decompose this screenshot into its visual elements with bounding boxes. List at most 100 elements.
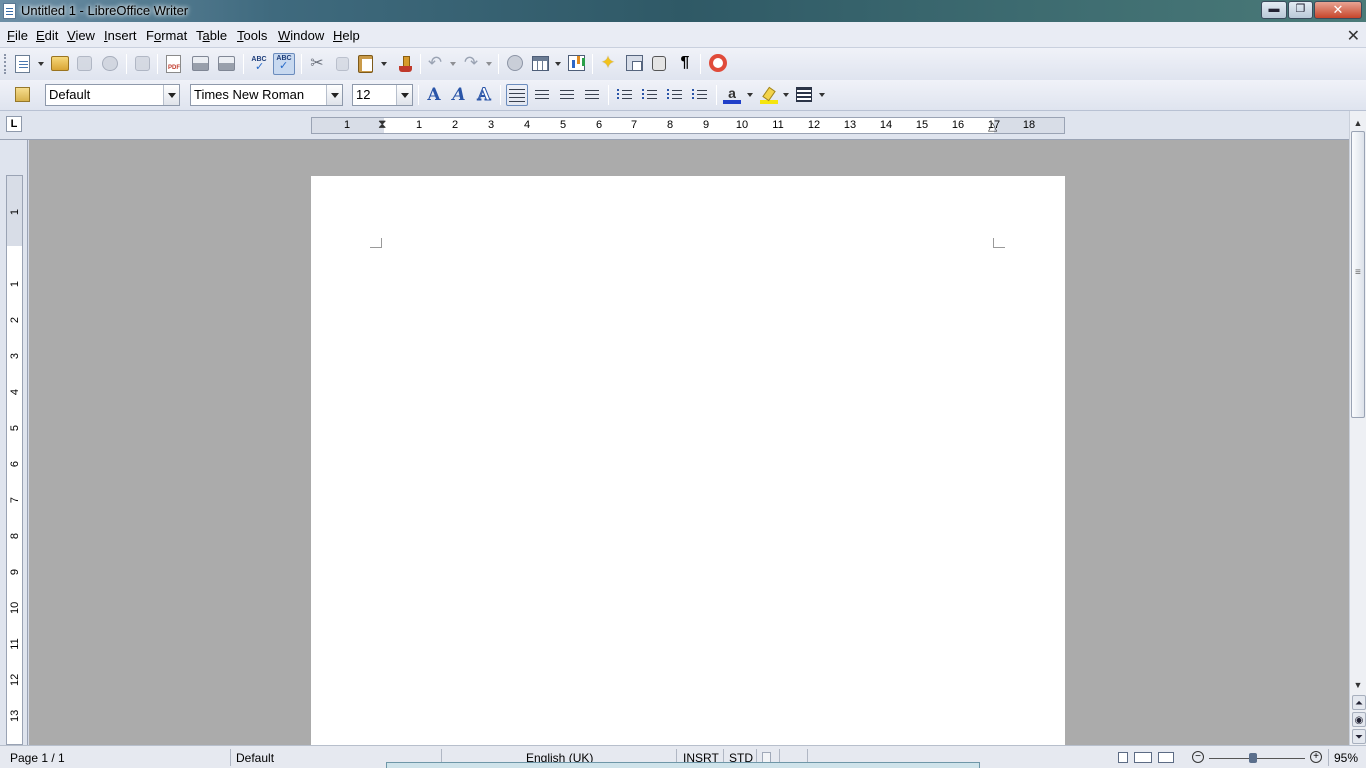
zoom-percentage[interactable]: 95% — [1334, 751, 1358, 765]
document-page[interactable] — [311, 176, 1065, 745]
copy-icon[interactable] — [336, 57, 349, 71]
font-name-value: Times New Roman — [194, 87, 305, 102]
undo-dropdown-icon[interactable] — [450, 62, 456, 66]
minimize-button[interactable]: ▬ — [1261, 1, 1287, 19]
gallery-icon[interactable] — [626, 55, 643, 71]
justify-icon[interactable] — [583, 86, 601, 104]
bullets-icon[interactable] — [641, 86, 659, 104]
menu-help[interactable]: Help — [333, 28, 360, 43]
save-icon[interactable] — [77, 56, 92, 71]
close-document-icon[interactable]: ✕ — [1347, 26, 1360, 46]
toolbar-separator — [608, 85, 609, 105]
ruler-label: 18 — [1022, 119, 1036, 131]
menu-edit[interactable]: Edit — [36, 28, 58, 43]
menu-view[interactable]: View — [67, 28, 95, 43]
multi-page-view-icon[interactable] — [1134, 752, 1152, 763]
document-workspace[interactable] — [29, 140, 1349, 745]
bold-icon[interactable]: A — [425, 86, 443, 104]
cut-icon[interactable]: ✂ — [308, 55, 326, 73]
book-view-icon[interactable] — [1158, 752, 1174, 763]
paste-icon[interactable] — [358, 55, 373, 73]
italic-icon[interactable]: A — [450, 86, 468, 104]
single-page-view-icon[interactable] — [1118, 752, 1128, 763]
hyperlink-icon[interactable] — [507, 55, 523, 71]
print-preview-icon[interactable] — [218, 56, 235, 71]
show-draw-functions-icon[interactable] — [568, 55, 585, 71]
writer-app-icon[interactable] — [3, 3, 16, 19]
page-style[interactable]: Default — [236, 751, 274, 765]
maximize-button[interactable]: ❐ — [1288, 1, 1313, 19]
menu-window[interactable]: Window — [278, 28, 324, 43]
highlighting-dropdown-icon[interactable] — [783, 93, 789, 97]
font-size-combo[interactable]: 12 — [352, 84, 413, 106]
background-color-icon[interactable] — [796, 87, 812, 102]
align-right-icon[interactable] — [558, 86, 576, 104]
open-folder-icon[interactable] — [51, 56, 69, 71]
menu-format[interactable]: Format — [146, 28, 187, 43]
numbering-icon[interactable] — [616, 86, 634, 104]
horizontal-ruler[interactable]: 1 1 2 3 4 5 6 7 8 9 10 11 12 13 14 15 16… — [311, 117, 1065, 134]
menu-tools[interactable]: Tools — [237, 28, 267, 43]
ruler-label: 2 — [451, 119, 459, 131]
data-sources-icon[interactable] — [652, 56, 666, 71]
background-dropdown-icon[interactable] — [819, 93, 825, 97]
tab-stop-selector[interactable]: L — [6, 116, 22, 132]
toolbar-grip[interactable] — [4, 54, 7, 74]
export-pdf-icon[interactable] — [166, 55, 181, 73]
menu-insert[interactable]: Insert — [104, 28, 137, 43]
close-window-button[interactable]: ✕ — [1314, 1, 1362, 19]
new-dropdown-icon[interactable] — [38, 62, 44, 66]
table-dropdown-icon[interactable] — [555, 62, 561, 66]
paste-dropdown-icon[interactable] — [381, 62, 387, 66]
underline-outline-icon[interactable]: A — [475, 86, 493, 105]
redo-icon[interactable]: ↷ — [462, 54, 480, 72]
font-color-icon[interactable]: a — [723, 86, 741, 104]
ruler-label: 8 — [666, 119, 674, 131]
text-boundary-top-left — [370, 238, 382, 248]
previous-page-icon[interactable]: ⏶ — [1352, 695, 1366, 710]
align-center-icon[interactable] — [533, 86, 551, 104]
next-page-icon[interactable]: ⏷ — [1352, 729, 1366, 744]
align-left-icon[interactable] — [506, 84, 528, 106]
chevron-down-icon[interactable] — [163, 85, 179, 105]
scroll-up-icon[interactable]: ▲ — [1350, 115, 1366, 131]
scroll-down-icon[interactable]: ▼ — [1350, 677, 1366, 693]
print-icon[interactable] — [192, 56, 209, 71]
ruler-label: 16 — [951, 119, 965, 131]
navigator-star-icon[interactable]: ✦ — [599, 54, 617, 72]
vertical-ruler[interactable]: 1 1 2 3 4 5 6 7 8 9 10 11 12 13 — [6, 175, 23, 745]
right-indent-marker[interactable]: △ — [988, 119, 997, 133]
page-count[interactable]: Page 1 / 1 — [10, 751, 65, 765]
new-document-icon[interactable] — [15, 55, 30, 73]
font-color-dropdown-icon[interactable] — [747, 93, 753, 97]
scroll-thumb[interactable] — [1351, 131, 1365, 418]
spellcheck-icon[interactable]: ABC — [250, 55, 268, 73]
undo-icon[interactable]: ↶ — [426, 54, 444, 72]
menu-table[interactable]: Table — [196, 28, 227, 43]
chevron-down-icon[interactable] — [326, 85, 342, 105]
menu-file[interactable]: File — [7, 28, 28, 43]
increase-indent-icon[interactable] — [691, 86, 709, 104]
formatting-marks-icon[interactable]: ¶ — [676, 54, 694, 72]
table-icon[interactable] — [532, 56, 549, 71]
vertical-scrollbar[interactable]: ▲ ▼ ⏶ ◉ ⏷ — [1349, 111, 1366, 745]
window-title: Untitled 1 - LibreOffice Writer — [21, 3, 189, 18]
zoom-slider-thumb[interactable] — [1249, 753, 1257, 763]
autospellcheck-icon[interactable]: ABC — [273, 53, 295, 75]
styles-formatting-icon[interactable] — [15, 87, 30, 102]
first-line-indent-marker[interactable]: ⧗ — [378, 117, 386, 132]
paragraph-style-combo[interactable]: Default — [45, 84, 180, 106]
clone-formatting-icon[interactable] — [396, 55, 414, 73]
chevron-down-icon[interactable] — [396, 85, 412, 105]
zoom-in-icon[interactable]: + — [1310, 751, 1322, 763]
zoom-slider-track[interactable] — [1209, 758, 1305, 759]
font-name-combo[interactable]: Times New Roman — [190, 84, 343, 106]
zoom-out-icon[interactable]: − — [1192, 751, 1204, 763]
redo-dropdown-icon[interactable] — [486, 62, 492, 66]
decrease-indent-icon[interactable] — [666, 86, 684, 104]
navigation-icon[interactable]: ◉ — [1352, 712, 1366, 727]
edit-file-icon[interactable] — [135, 56, 150, 71]
help-lifebuoy-icon[interactable] — [709, 54, 727, 72]
highlighting-icon[interactable] — [760, 86, 778, 104]
send-mail-icon[interactable] — [102, 56, 118, 71]
